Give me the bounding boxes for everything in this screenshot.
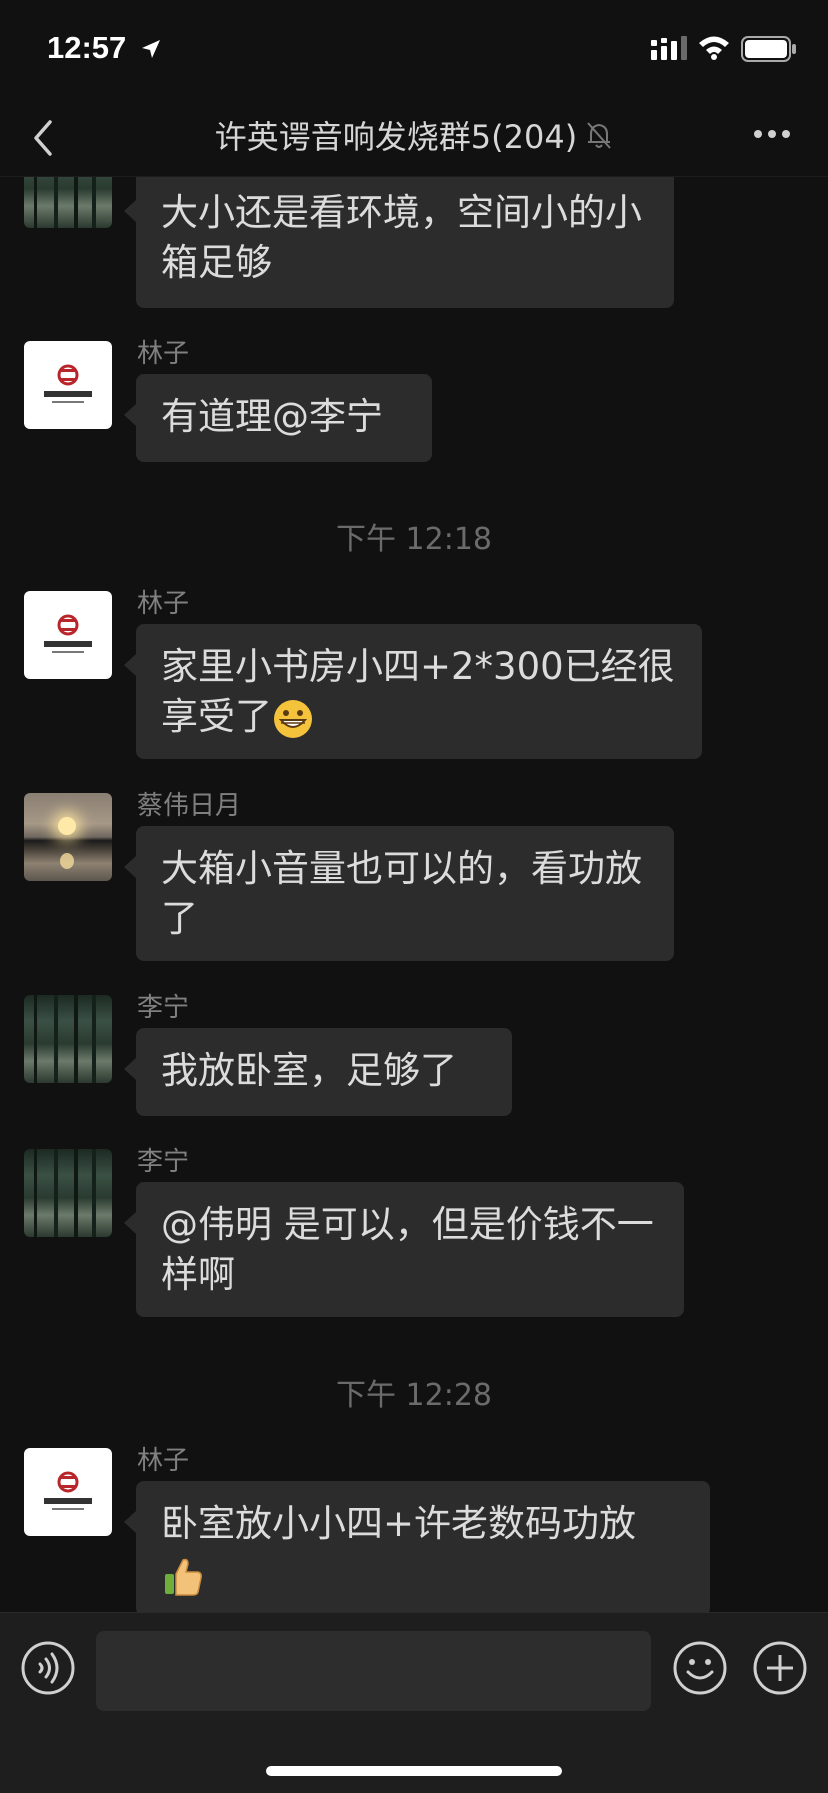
company-logo-icon — [44, 1471, 92, 1510]
avatar[interactable] — [24, 793, 112, 881]
avatar[interactable] — [24, 1448, 112, 1536]
cellular-signal-icon — [651, 36, 687, 60]
home-indicator[interactable] — [266, 1766, 562, 1776]
message-text: 有道理@李宁 — [161, 395, 383, 438]
sender-name: 林子 — [137, 1446, 190, 1476]
message-bubble[interactable]: 我放卧室，足够了 — [124, 1028, 512, 1116]
avatar[interactable] — [24, 591, 112, 679]
avatar[interactable] — [24, 341, 112, 429]
sender-name: 蔡伟日月 — [137, 791, 242, 821]
message-text: 卧室放小小四+许老数码功放 — [161, 1502, 637, 1545]
chat-header: 许英谔音响发烧群5(204) — [0, 100, 828, 177]
wifi-icon — [699, 36, 729, 60]
plus-icon[interactable] — [752, 1640, 808, 1696]
avatar[interactable] — [24, 995, 112, 1083]
message-bubble[interactable]: 有道理@李宁 — [124, 374, 432, 462]
sender-name: 林子 — [137, 339, 190, 369]
grinning-face-icon — [274, 699, 312, 738]
sender-name: 李宁 — [137, 1147, 190, 1177]
message-input[interactable] — [96, 1631, 651, 1711]
message-bubble[interactable]: 大箱小音量也可以的，看功放了 — [124, 826, 674, 961]
chat-title[interactable]: 许英谔音响发烧群5(204) — [0, 112, 828, 158]
more-icon[interactable] — [752, 128, 792, 140]
message-text: @伟明 是可以，但是价钱不一样啊 — [161, 1203, 654, 1296]
message-bubble[interactable]: 家里小书房小四+2*300已经很享受了 — [124, 624, 702, 759]
chat-area: 大小还是看环境，空间小的小箱足够 林子 有道理@李宁 下午 12:18 林子 家… — [0, 0, 828, 1612]
thumbs-up-icon — [165, 1558, 202, 1596]
message-bubble[interactable]: @伟明 是可以，但是价钱不一样啊 — [124, 1182, 684, 1317]
battery-icon — [741, 36, 796, 62]
sender-name: 李宁 — [137, 993, 190, 1023]
voice-icon[interactable] — [20, 1640, 76, 1696]
status-bar: 12:57 — [0, 0, 828, 100]
company-logo-icon — [44, 364, 92, 403]
message-text: 家里小书房小四+2*300已经很享受了 — [161, 645, 675, 738]
company-logo-icon — [44, 614, 92, 653]
message-bubble[interactable]: 卧室放小小四+许老数码功放 — [124, 1481, 710, 1612]
avatar[interactable] — [24, 1149, 112, 1237]
bell-slash-icon — [587, 122, 611, 149]
message-text: 大小还是看环境，空间小的小箱足够 — [161, 191, 642, 284]
timestamp: 下午 12:28 — [336, 1378, 492, 1413]
status-time: 12:57 — [47, 30, 127, 65]
location-arrow-icon — [142, 40, 160, 58]
message-bubble[interactable]: 大小还是看环境，空间小的小箱足够 — [124, 170, 674, 308]
message-text: 我放卧室，足够了 — [161, 1049, 457, 1092]
timestamp: 下午 12:18 — [336, 522, 492, 557]
message-text: 大箱小音量也可以的，看功放了 — [161, 847, 642, 940]
chat-title-text: 许英谔音响发烧群5(204) — [214, 118, 578, 156]
sender-name: 林子 — [137, 589, 190, 619]
emoji-icon[interactable] — [672, 1640, 728, 1696]
